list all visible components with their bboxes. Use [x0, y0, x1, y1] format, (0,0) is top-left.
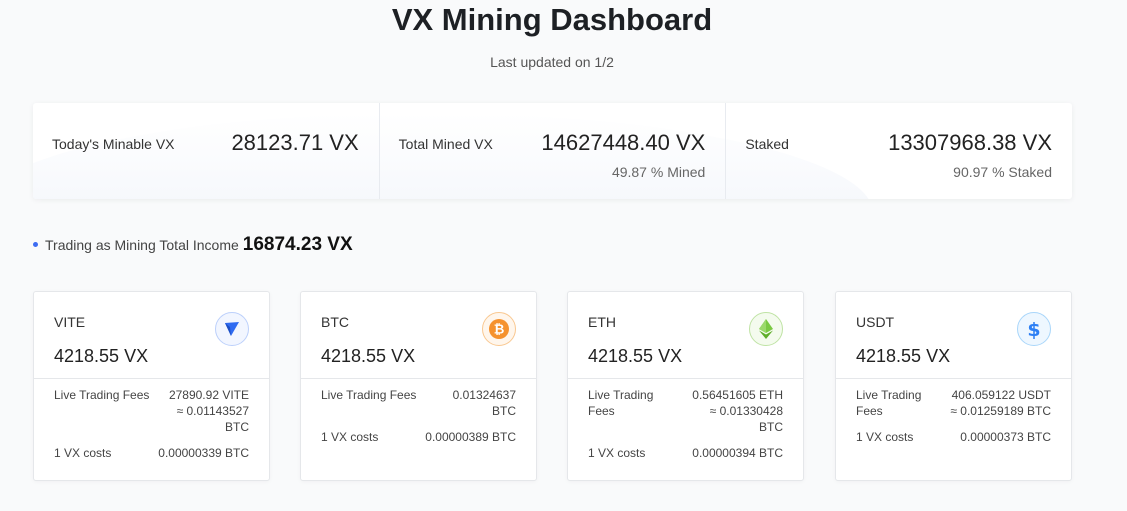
fee-label: Live Trading Fees: [54, 388, 150, 402]
vite-icon: [215, 312, 249, 346]
card-amount: 4218.55 VX: [856, 346, 951, 366]
svg-text:₿: ₿: [494, 323, 505, 338]
card-name: BTC: [321, 314, 349, 330]
svg-text:$: $: [1027, 319, 1040, 340]
stat-label: Today's Minable VX: [52, 136, 175, 152]
page-title: VX Mining Dashboard: [391, 2, 713, 37]
fee-value: 27890.92 VITE: [168, 388, 249, 402]
ethereum-icon: [749, 312, 783, 346]
stats-panel: Today's Minable VX 28123.71 VX Total Min…: [33, 103, 1072, 199]
card-name: VITE: [54, 314, 86, 330]
card-name: USDT: [856, 314, 895, 330]
cost-label: 1 VX costs: [588, 446, 646, 460]
total-income: Trading as Mining Total Income 16874.23 …: [33, 234, 353, 256]
cost-value: 0.00000394 BTC: [692, 446, 783, 460]
card-vite: VITE 4218.55 VX Live Trading Fees 27890.…: [33, 291, 270, 481]
stat-minable: Today's Minable VX 28123.71 VX: [33, 103, 380, 199]
cost-label: 1 VX costs: [856, 430, 914, 444]
cost-value: 0.00000373 BTC: [960, 430, 1051, 444]
card-eth: ETH 4218.55 VX Live Trading Fees 0.56451…: [567, 291, 804, 481]
card-usdt: USDT 4218.55 VX $ Live Trading Fees 406.…: [835, 291, 1072, 481]
card-amount: 4218.55 VX: [321, 346, 416, 366]
stat-sub: 90.97 % Staked: [953, 164, 1053, 180]
stat-value: 14627448.40 VX: [541, 130, 706, 155]
card-amount: 4218.55 VX: [54, 346, 149, 366]
income-label: Trading as Mining Total Income: [45, 237, 239, 253]
fee-btc: ≈ 0.01259189 BTC: [950, 404, 1051, 418]
stat-label: Staked: [745, 136, 789, 152]
fee-value: 0.56451605 ETH: [692, 388, 783, 402]
fee-label: Live Trading Fees: [856, 388, 922, 418]
fee-btc: ≈ 0.01330428 BTC: [709, 404, 783, 434]
fee-btc: ≈ 0.01143527 BTC: [176, 404, 249, 434]
card-name: ETH: [588, 314, 616, 330]
cost-label: 1 VX costs: [321, 430, 379, 444]
cost-value: 0.00000339 BTC: [158, 446, 249, 460]
fee-value: 406.059122 USDT: [951, 388, 1051, 402]
dollar-icon: $: [1017, 312, 1051, 346]
fee-value: 0.01324637 BTC: [452, 388, 516, 418]
stat-staked: Staked 13307968.38 VX 90.97 % Staked: [726, 103, 1072, 199]
bullet-dot: [33, 242, 38, 247]
stat-sub: 49.87 % Mined: [611, 164, 706, 180]
income-value: 16874.23 VX: [242, 234, 353, 255]
card-amount: 4218.55 VX: [588, 346, 683, 366]
cost-value: 0.00000389 BTC: [425, 430, 516, 444]
stat-label: Total Mined VX: [398, 136, 493, 152]
cost-label: 1 VX costs: [54, 446, 112, 460]
bitcoin-icon: ₿: [482, 312, 516, 346]
fee-label: Live Trading Fees: [588, 388, 654, 418]
stat-value: 13307968.38 VX: [888, 130, 1053, 155]
stat-total-mined: Total Mined VX 14627448.40 VX 49.87 % Mi…: [380, 103, 727, 199]
stat-value: 28123.71 VX: [231, 130, 359, 155]
card-btc: BTC 4218.55 VX ₿ Live Trading Fees 0.013…: [300, 291, 537, 481]
fee-label: Live Trading Fees: [321, 388, 417, 402]
last-updated: Last updated on 1/2: [490, 54, 614, 70]
